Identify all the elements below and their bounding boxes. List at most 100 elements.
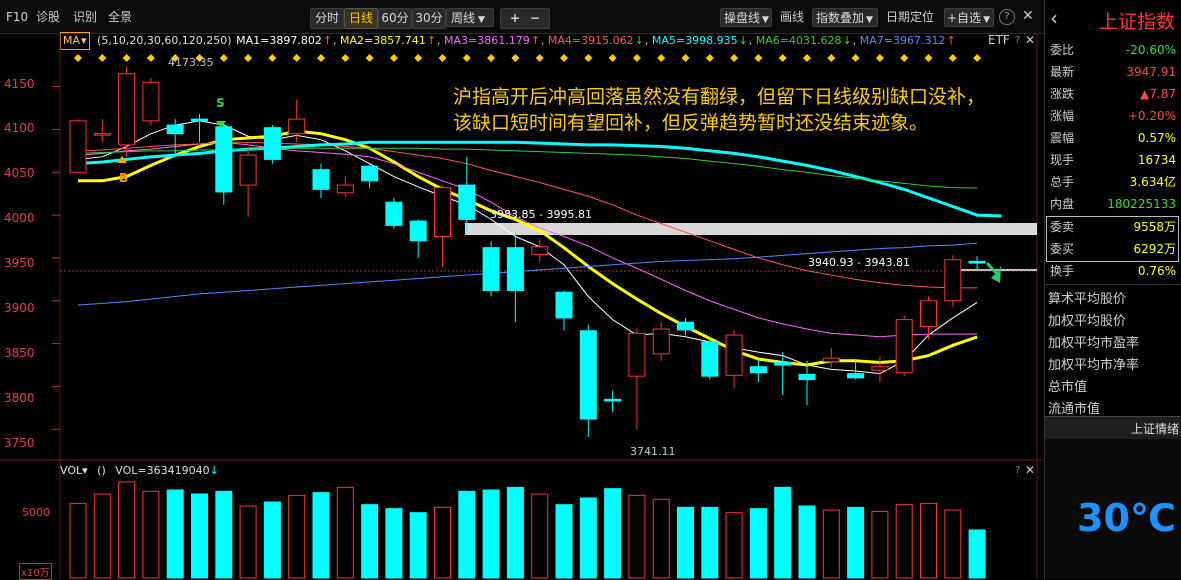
gap-lower-label: 3940.93 - 3943.81: [808, 256, 910, 269]
candle-body: [725, 334, 743, 376]
volume-bar: [628, 494, 646, 579]
volume-bar: [239, 505, 257, 579]
volume-bar: [920, 502, 937, 579]
weighted-avg-price-item[interactable]: 加权平均股价: [1048, 310, 1126, 329]
volume-bar: [701, 506, 719, 579]
volume-bar: [604, 488, 622, 579]
quote-panel: ‹ 上证指数 委比 -20.60% 最新 3947.91 涨跌 ▲7.87 涨幅 +0.…: [1044, 0, 1181, 579]
volume-selector[interactable]: VOL▾: [60, 464, 88, 477]
sentiment-tab[interactable]: 上证情绪: [1045, 416, 1181, 440]
volume-bar: [871, 510, 889, 579]
volume-bar: [336, 486, 354, 579]
candle-body: [458, 184, 476, 220]
volume-bar: [798, 505, 816, 579]
quote-row: 涨跌 ▲7.87: [1048, 84, 1176, 105]
candle-body: [944, 259, 962, 302]
avg-price-item[interactable]: 算术平均股价: [1048, 288, 1126, 307]
diamond-marker: [900, 54, 909, 62]
quote-row: 现手 16734: [1048, 150, 1176, 171]
volume-bar: [312, 492, 330, 579]
quote-label: 现手: [1050, 153, 1075, 167]
close-icon[interactable]: ✕: [1025, 33, 1035, 47]
candle-body: [701, 341, 719, 377]
volume-bar: [118, 481, 136, 579]
candle-body: [895, 319, 913, 374]
volume-bar: [506, 486, 524, 579]
quote-value: 0.76%: [1137, 264, 1176, 278]
quote-label: 震幅: [1050, 131, 1075, 145]
diamond-marker: [827, 54, 836, 62]
volume-bar: [895, 504, 913, 579]
quote-row: 内盘 180225133: [1048, 194, 1176, 215]
candle-body: [166, 124, 184, 135]
quote-value: ▲7.87: [1140, 87, 1176, 101]
volume-close-icon[interactable]: ✕: [1025, 463, 1035, 477]
quote-row: 涨幅 +0.20%: [1048, 106, 1176, 127]
weighted-pb-item[interactable]: 加权平均市净率: [1048, 354, 1139, 373]
volume-bar: [968, 529, 986, 579]
quote-value: 3.634亿: [1129, 175, 1176, 189]
candle-body: [531, 246, 549, 255]
diamond-marker: [535, 54, 544, 62]
weighted-pe-item[interactable]: 加权平均市盈率: [1048, 332, 1139, 351]
diamond-marker: [705, 54, 714, 62]
candle-body: [604, 398, 622, 402]
volume-bar: [774, 486, 792, 579]
volume-bar: [434, 506, 451, 579]
diamond-marker: [438, 54, 447, 62]
volume-params: (): [97, 464, 106, 477]
volume-bar: [288, 494, 306, 579]
diamond-marker: [146, 54, 155, 62]
analysis-annotation: 沪指高开后冲高回落虽然没有翻绿，但留下日线级别缺口没补， 该缺口短时间有望回补，…: [453, 84, 985, 136]
candle-body: [336, 184, 354, 194]
quote-label: 委买: [1050, 242, 1075, 256]
candle-body: [774, 361, 792, 366]
quote-row: 震幅 0.57%: [1048, 128, 1176, 149]
gap-band-upper: [465, 223, 1037, 235]
quote-label: 委卖: [1050, 220, 1075, 234]
quote-row: 委买 6292万: [1048, 239, 1176, 260]
quote-label: 委比: [1050, 43, 1075, 57]
ma1-line: [77, 120, 978, 375]
diamond-marker: [730, 54, 739, 62]
volume-bar: [749, 508, 767, 579]
candle-body: [628, 332, 646, 377]
candle-body: [847, 373, 865, 379]
quote-row: 委卖 9558万: [1048, 217, 1176, 238]
candle-body: [579, 330, 597, 420]
candle-body: [652, 328, 670, 355]
quote-row: 最新 3947.91: [1048, 62, 1176, 83]
diamond-marker: [803, 54, 811, 62]
quote-row: 总手 3.634亿: [1048, 172, 1176, 193]
volume-bar: [652, 498, 670, 579]
quote-value: 0.57%: [1137, 131, 1176, 145]
candle-body: [920, 300, 937, 327]
quote-value: 9558万: [1133, 220, 1176, 234]
volume-bar: [166, 489, 184, 579]
quote-row: 换手 0.76%: [1048, 261, 1176, 282]
volume-selector-label: VOL: [60, 464, 83, 477]
diamond-marker: [389, 54, 398, 62]
back-icon[interactable]: ‹: [1050, 6, 1058, 30]
volume-bar: [458, 490, 476, 579]
total-market-cap-item[interactable]: 总市值: [1048, 376, 1087, 395]
diamond-marker: [778, 54, 787, 62]
diamond-marker: [754, 54, 763, 62]
candle-body: [69, 120, 87, 173]
quote-label: 最新: [1050, 65, 1075, 79]
diamond-marker: [608, 54, 617, 62]
gap-upper-label: 3983.85 - 3995.81: [490, 208, 592, 221]
help-icon[interactable]: ?: [1015, 35, 1020, 46]
float-market-cap-item[interactable]: 流通市值: [1048, 398, 1100, 417]
quote-value: 3947.91: [1126, 65, 1176, 79]
buy-signal: B: [119, 171, 129, 185]
volume-help-icon[interactable]: ?: [1015, 465, 1020, 476]
quote-label: 涨幅: [1050, 109, 1075, 123]
volume-bar: [482, 489, 500, 579]
candle-body: [312, 169, 330, 190]
volume-bar: [385, 508, 403, 579]
candle-body: [871, 366, 889, 371]
market-temperature: 30℃: [1077, 496, 1176, 540]
candle-body: [555, 291, 573, 319]
volume-tick: 5000: [22, 506, 50, 519]
